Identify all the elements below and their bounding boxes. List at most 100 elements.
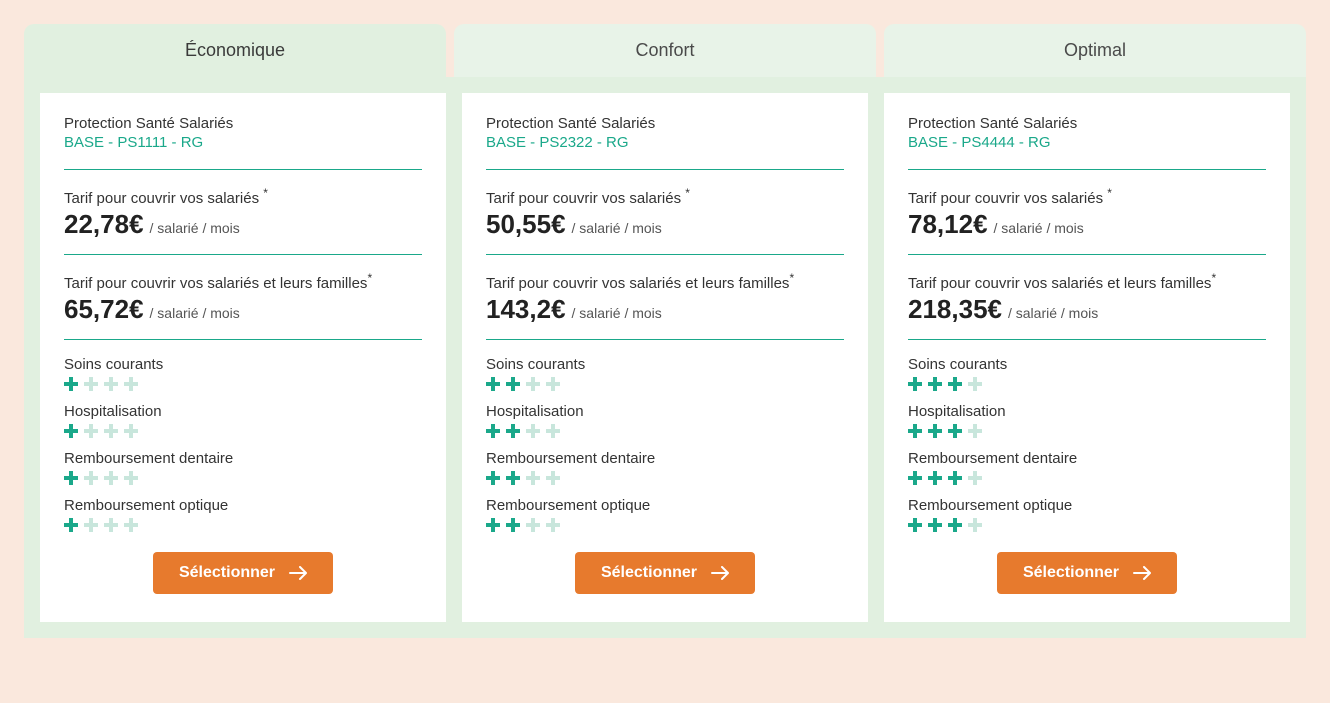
price-value: 218,35€	[908, 294, 1002, 325]
product-title: Protection Santé Salariés	[486, 115, 844, 132]
plus-icon	[104, 518, 118, 532]
price-value: 78,12€	[908, 209, 988, 240]
price-suffix: / salarié / mois	[994, 220, 1084, 236]
plus-icon	[506, 518, 520, 532]
price-label: Tarif pour couvrir vos salariés et leurs…	[486, 271, 844, 292]
arrow-right-icon	[289, 566, 307, 580]
plus-icon	[124, 471, 138, 485]
plus-icon	[948, 377, 962, 391]
divider	[908, 254, 1266, 255]
plan-tabs: Économique Confort Optimal	[24, 24, 1306, 77]
plus-icon	[104, 377, 118, 391]
select-button-label: Sélectionner	[601, 564, 697, 582]
product-code: BASE - PS2322 - RG	[486, 134, 844, 151]
feature-rating	[908, 518, 1266, 532]
plan-cards-row: Protection Santé Salariés BASE - PS1111 -…	[24, 77, 1306, 638]
price-row: 65,72€ / salarié / mois	[64, 294, 422, 325]
feature-label: Soins courants	[64, 356, 422, 373]
product-code: BASE - PS1111 - RG	[64, 134, 422, 151]
plus-icon	[124, 377, 138, 391]
plus-icon	[526, 518, 540, 532]
feature-rating	[64, 424, 422, 438]
plus-icon	[526, 424, 540, 438]
feature-rating	[486, 377, 844, 391]
plus-icon	[84, 377, 98, 391]
product-title: Protection Santé Salariés	[64, 115, 422, 132]
plus-icon	[506, 471, 520, 485]
price-row: 22,78€/ salarié / mois	[64, 209, 422, 240]
asterisk: *	[263, 186, 268, 200]
tab-confort[interactable]: Confort	[454, 24, 876, 77]
feature-rating	[486, 424, 844, 438]
feature-label: Soins courants	[908, 356, 1266, 373]
price-label: Tarif pour couvrir vos salariés et leurs…	[64, 271, 422, 292]
tab-label: Économique	[185, 40, 285, 60]
plus-icon	[486, 377, 500, 391]
plus-icon	[948, 424, 962, 438]
plus-icon	[84, 518, 98, 532]
price-suffix: / salarié / mois	[572, 220, 662, 236]
price-suffix: / salarié / mois	[572, 305, 662, 321]
plus-icon	[104, 424, 118, 438]
plan-card: Protection Santé Salariés BASE - PS2322 -…	[462, 93, 868, 622]
plus-icon	[486, 424, 500, 438]
price-value: 50,55€	[486, 209, 566, 240]
feature-label: Hospitalisation	[908, 403, 1266, 420]
price-label: Tarif pour couvrir vos salariés et leurs…	[908, 271, 1266, 292]
feature-rating	[908, 424, 1266, 438]
arrow-right-icon	[1133, 566, 1151, 580]
asterisk: *	[685, 186, 690, 200]
divider	[64, 254, 422, 255]
select-button[interactable]: Sélectionner	[997, 552, 1177, 594]
feature-rating	[908, 471, 1266, 485]
divider	[908, 339, 1266, 340]
price-suffix: / salarié / mois	[150, 305, 240, 321]
price-value: 22,78€	[64, 209, 144, 240]
price-row: 50,55€ / salarié / mois	[486, 209, 844, 240]
plus-icon	[486, 518, 500, 532]
tab-label: Optimal	[1064, 40, 1126, 60]
plus-icon	[928, 377, 942, 391]
plus-icon	[928, 518, 942, 532]
price-row: 218,35€ / salarié / mois	[908, 294, 1266, 325]
feature-label: Remboursement dentaire	[908, 450, 1266, 467]
price-value: 143,2€	[486, 294, 566, 325]
divider	[486, 339, 844, 340]
price-label: Tarif pour couvrir vos salariés *	[64, 186, 422, 207]
asterisk: *	[1107, 186, 1112, 200]
select-button-label: Sélectionner	[1023, 564, 1119, 582]
plus-icon	[546, 424, 560, 438]
tab-optimal[interactable]: Optimal	[884, 24, 1306, 77]
plus-icon	[546, 471, 560, 485]
price-suffix: / salarié / mois	[1008, 305, 1098, 321]
plus-icon	[506, 377, 520, 391]
plus-icon	[928, 471, 942, 485]
feature-rating	[486, 518, 844, 532]
plus-icon	[64, 518, 78, 532]
plus-icon	[928, 424, 942, 438]
plus-icon	[124, 518, 138, 532]
plus-icon	[908, 471, 922, 485]
plan-card: Protection Santé SalariésBASE - PS4444 -…	[884, 93, 1290, 622]
plus-icon	[546, 518, 560, 532]
price-label: Tarif pour couvrir vos salariés *	[486, 186, 844, 207]
select-button[interactable]: Sélectionner	[575, 552, 755, 594]
select-button-label: Sélectionner	[179, 564, 275, 582]
plus-icon	[908, 377, 922, 391]
tab-economique[interactable]: Économique	[24, 24, 446, 77]
plus-icon	[968, 377, 982, 391]
arrow-right-icon	[711, 566, 729, 580]
feature-rating	[64, 471, 422, 485]
plan-card: Protection Santé Salariés BASE - PS1111 -…	[40, 93, 446, 622]
price-value: 65,72€	[64, 294, 144, 325]
asterisk: *	[789, 271, 794, 285]
plus-icon	[908, 424, 922, 438]
divider	[486, 254, 844, 255]
plus-icon	[64, 377, 78, 391]
plus-icon	[486, 471, 500, 485]
feature-rating	[64, 377, 422, 391]
plus-icon	[526, 377, 540, 391]
select-button[interactable]: Sélectionner	[153, 552, 333, 594]
tab-label: Confort	[635, 40, 694, 60]
asterisk: *	[1211, 271, 1216, 285]
